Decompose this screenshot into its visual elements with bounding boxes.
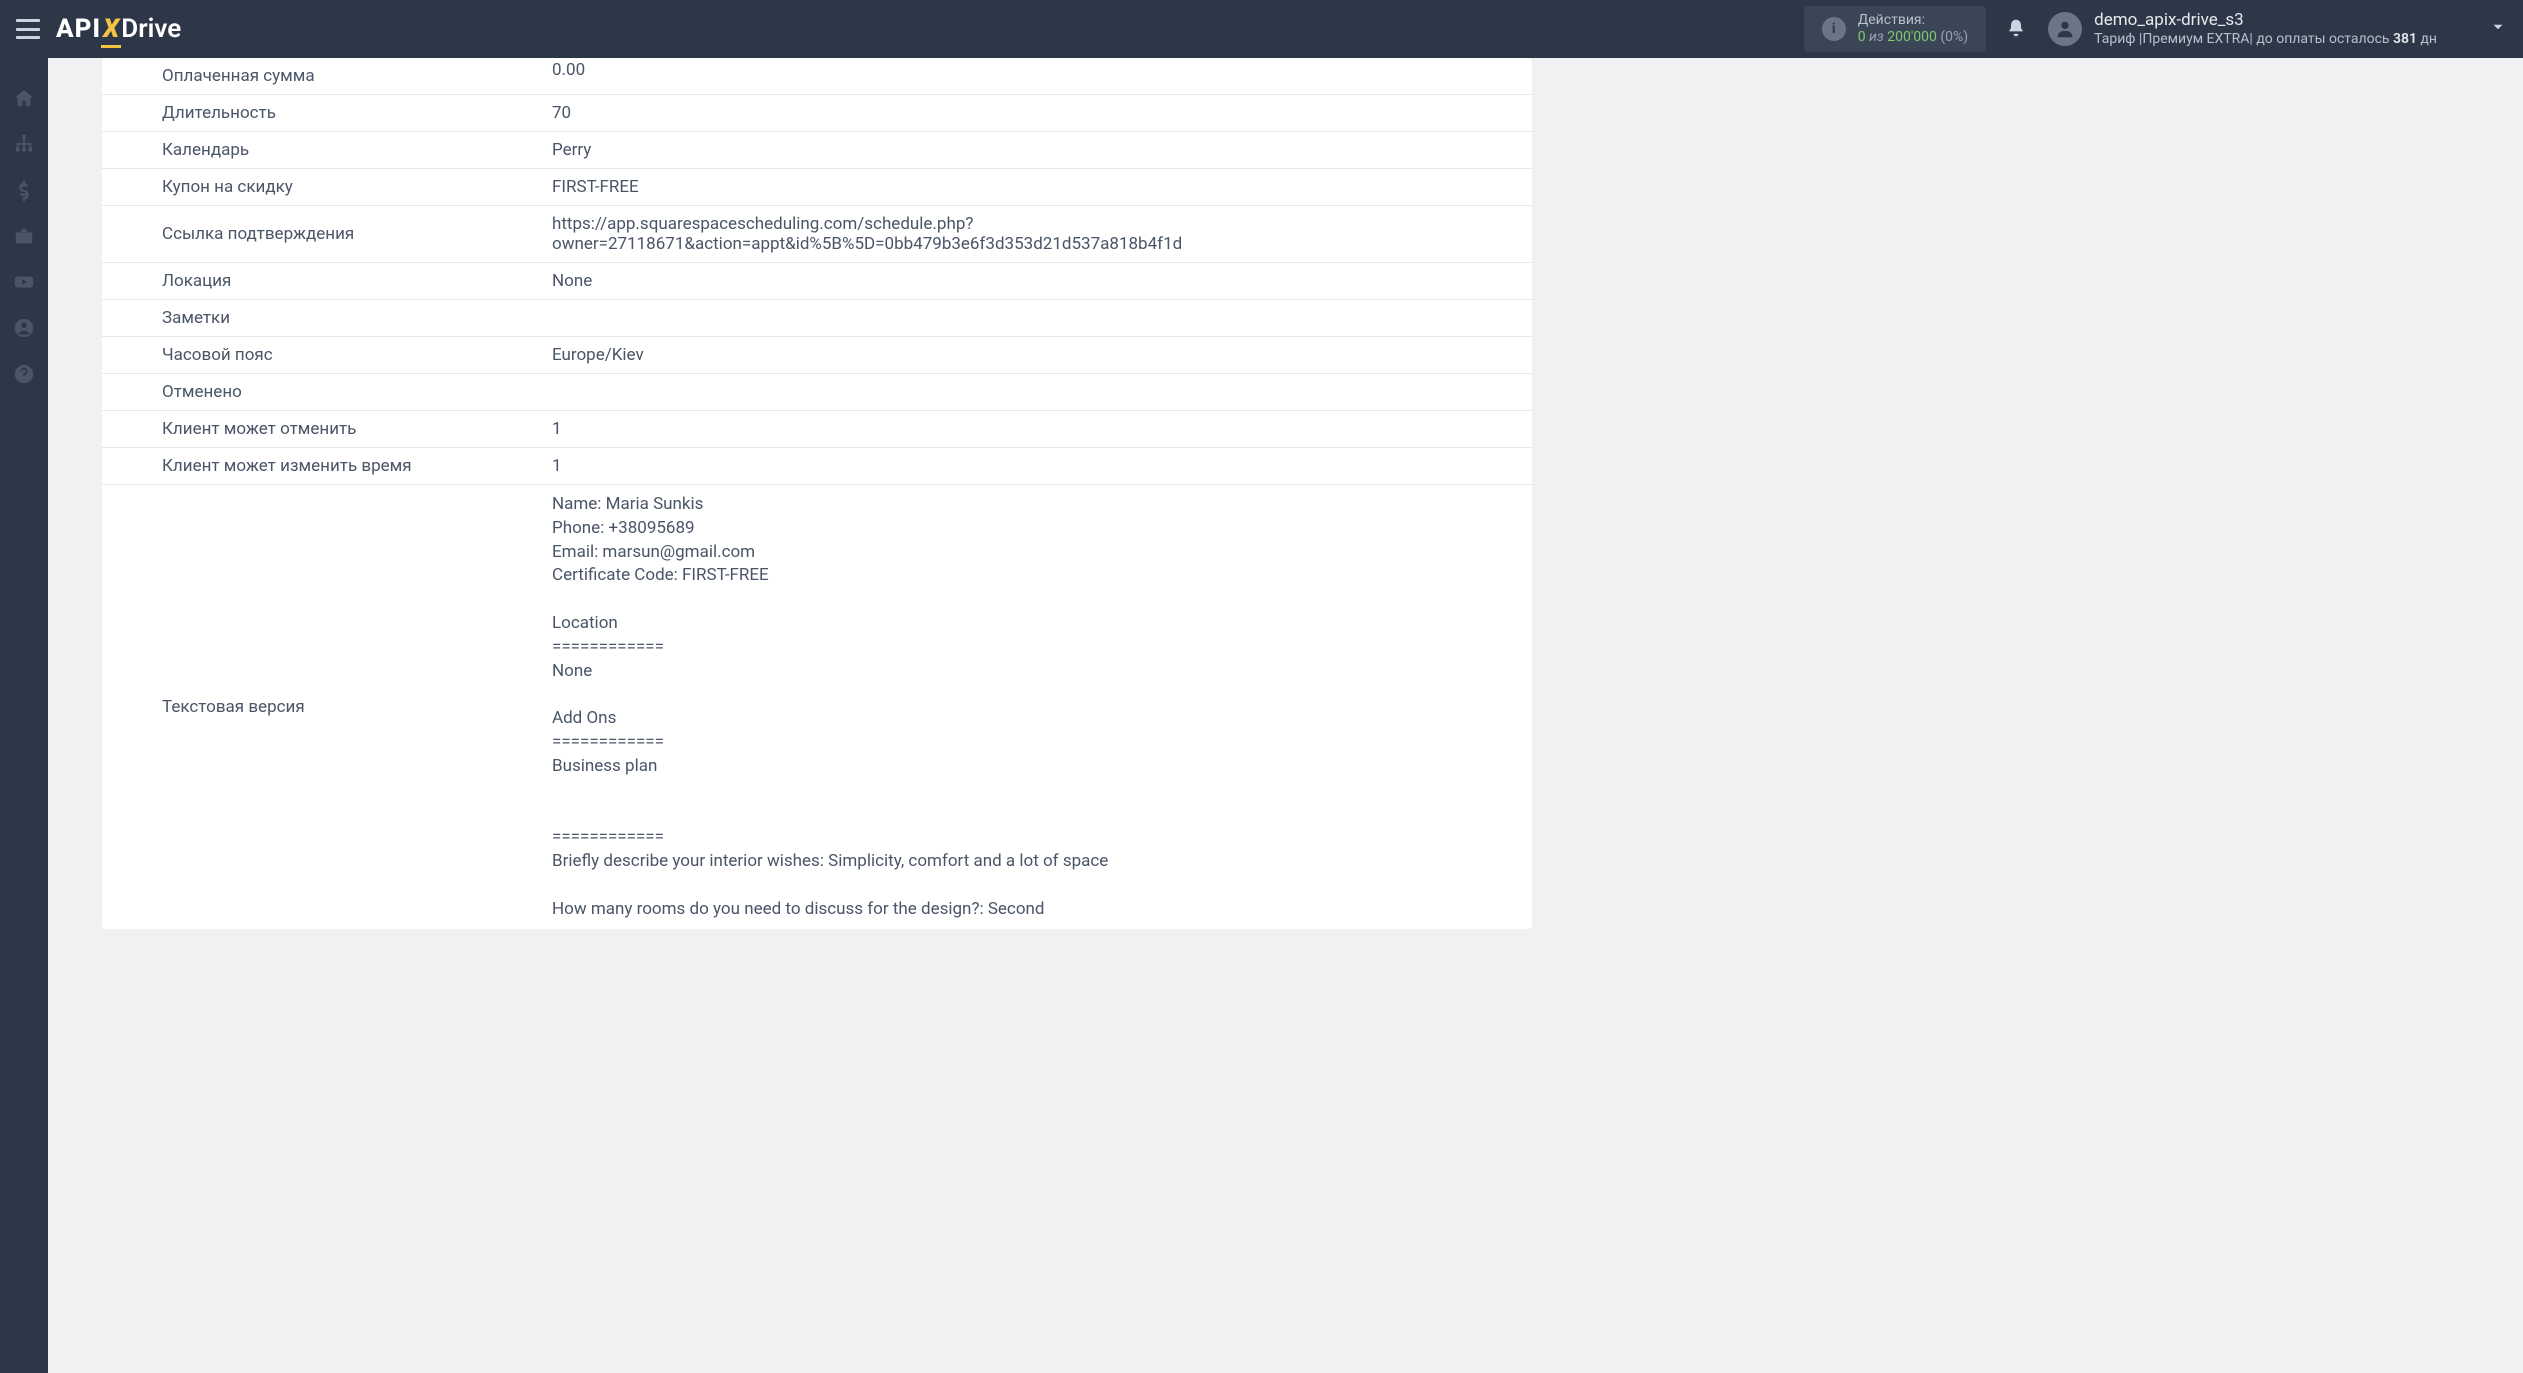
row-label: Клиент может изменить время xyxy=(102,454,552,478)
row-value: 1 xyxy=(552,417,1532,441)
table-row: Текстовая версияName: Maria Sunkis Phone… xyxy=(102,485,1532,929)
actions-label: Действия: xyxy=(1858,12,1968,29)
row-value: Europe/Kiev xyxy=(552,343,1532,367)
row-label: Ссылка подтверждения xyxy=(102,212,552,256)
row-value: 0.00 xyxy=(552,58,1532,88)
sidebar-billing-icon[interactable] xyxy=(12,178,36,202)
table-row: КалендарьPerry xyxy=(102,132,1532,169)
sidebar-account-icon[interactable] xyxy=(12,316,36,340)
main-content: Оплаченная сумма0.00Длительность70Календ… xyxy=(48,58,2523,953)
row-label: Текстовая версия xyxy=(102,491,552,923)
hamburger-menu-icon[interactable] xyxy=(16,19,40,39)
user-name: demo_apix-drive_s3 xyxy=(2094,10,2437,30)
table-row: Заметки xyxy=(102,300,1532,337)
table-row: Длительность70 xyxy=(102,95,1532,132)
table-row: Ссылка подтвержденияhttps://app.squaresp… xyxy=(102,206,1532,263)
sidebar-briefcase-icon[interactable] xyxy=(12,224,36,248)
row-label: Заметки xyxy=(102,306,552,330)
sidebar-help-icon[interactable] xyxy=(12,362,36,386)
actions-counter[interactable]: i Действия: 0 из 200'000 (0%) xyxy=(1804,6,1986,52)
sidebar-youtube-icon[interactable] xyxy=(12,270,36,294)
info-icon: i xyxy=(1822,17,1846,41)
sidebar-home-icon[interactable] xyxy=(12,86,36,110)
table-row: Оплаченная сумма0.00 xyxy=(102,58,1532,95)
row-label: Оплаченная сумма xyxy=(102,64,552,88)
table-row: Отменено xyxy=(102,374,1532,411)
sidebar-connections-icon[interactable] xyxy=(12,132,36,156)
row-value: https://app.squarespacescheduling.com/sc… xyxy=(552,212,1532,256)
row-label: Купон на скидку xyxy=(102,175,552,199)
app-header: APIXDrive i Действия: 0 из 200'000 (0%) … xyxy=(0,0,2523,58)
row-label: Длительность xyxy=(102,101,552,125)
avatar-icon xyxy=(2048,12,2082,46)
row-label: Календарь xyxy=(102,138,552,162)
user-menu[interactable]: demo_apix-drive_s3 Тариф |Премиум EXTRA|… xyxy=(2048,10,2507,47)
table-row: Купон на скидкуFIRST-FREE xyxy=(102,169,1532,206)
table-row: Клиент может изменить время1 xyxy=(102,448,1532,485)
row-value: 70 xyxy=(552,101,1532,125)
actions-value: 0 из 200'000 (0%) xyxy=(1858,29,1968,46)
data-card: Оплаченная сумма0.00Длительность70Календ… xyxy=(102,58,1532,929)
row-value xyxy=(552,306,1532,330)
user-tariff: Тариф |Премиум EXTRA| до оплаты осталось… xyxy=(2094,31,2437,48)
logo[interactable]: APIXDrive xyxy=(56,14,181,44)
row-value: FIRST-FREE xyxy=(552,175,1532,199)
data-table: Оплаченная сумма0.00Длительность70Календ… xyxy=(102,58,1532,929)
table-row: ЛокацияNone xyxy=(102,263,1532,300)
row-value: Perry xyxy=(552,138,1532,162)
row-label: Локация xyxy=(102,269,552,293)
table-row: Часовой поясEurope/Kiev xyxy=(102,337,1532,374)
sidebar xyxy=(0,58,48,1373)
table-row: Клиент может отменить1 xyxy=(102,411,1532,448)
row-value: Name: Maria Sunkis Phone: +38095689 Emai… xyxy=(552,491,1532,923)
row-value xyxy=(552,380,1532,404)
chevron-down-icon xyxy=(2489,18,2507,40)
row-value: None xyxy=(552,269,1532,293)
row-label: Часовой пояс xyxy=(102,343,552,367)
bell-icon[interactable] xyxy=(2006,18,2026,40)
row-label: Отменено xyxy=(102,380,552,404)
row-value: 1 xyxy=(552,454,1532,478)
row-label: Клиент может отменить xyxy=(102,417,552,441)
